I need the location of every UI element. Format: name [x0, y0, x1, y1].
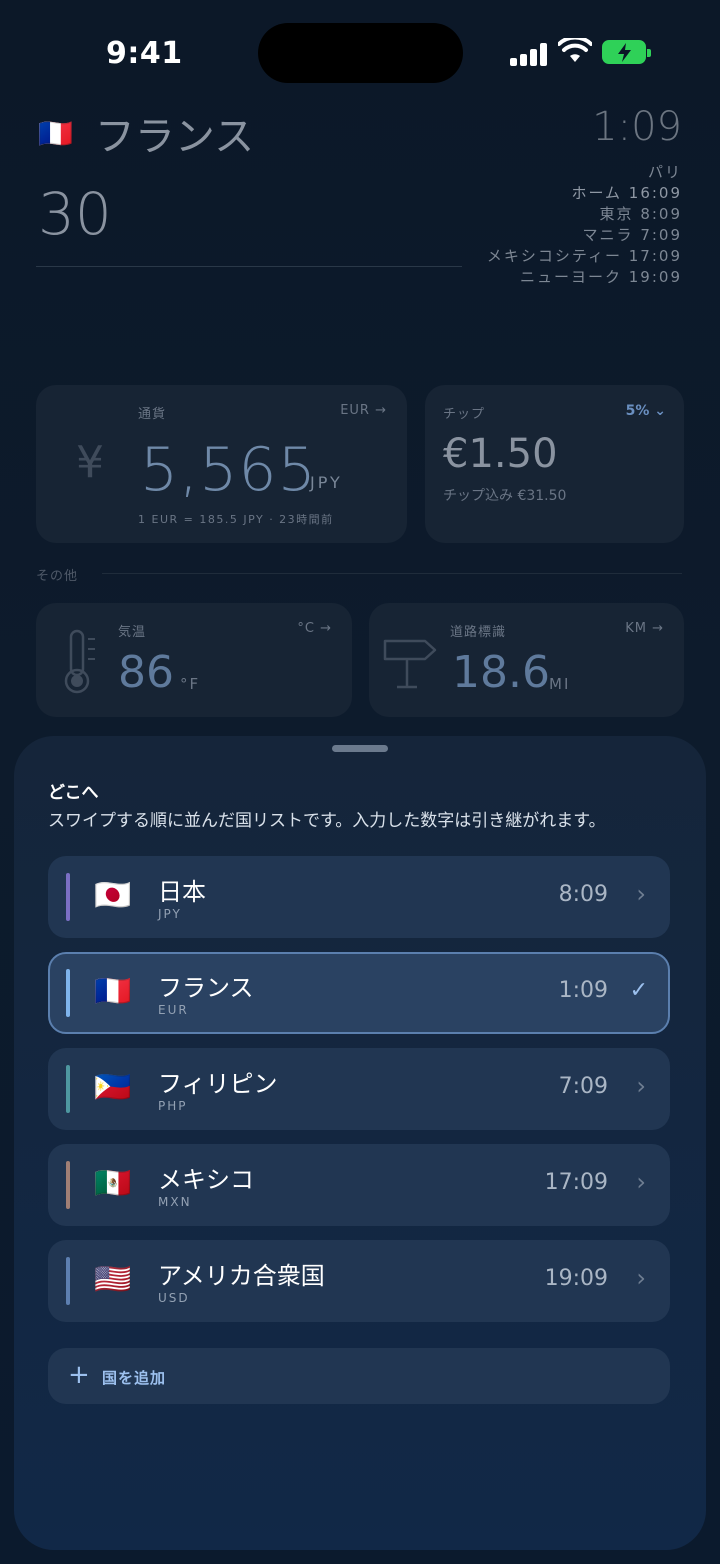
thermometer-icon — [64, 629, 95, 694]
battery-charging-icon — [602, 40, 651, 64]
sheet-title: どこへ — [48, 783, 99, 803]
country-row-france[interactable]: 🇫🇷 フランス EUR 1:09 ✓ — [48, 952, 670, 1034]
distance-unit: MI — [549, 675, 571, 693]
chevron-right-icon: › — [636, 880, 646, 908]
amount-input[interactable]: 30 — [38, 180, 112, 248]
currency-code: JPY — [158, 907, 182, 921]
country-name: 日本 — [158, 878, 206, 906]
temperature-label: 気温 — [118, 625, 147, 640]
mexico-flag-icon: 🇲🇽 — [94, 1166, 132, 1201]
checkmark-icon: ✓ — [629, 978, 648, 1003]
add-country-label: 国を追加 — [102, 1369, 167, 1387]
currency-card[interactable]: 通貨 EUR → ¥ 5,565 JPY 1 EUR = 185.5 JPY ·… — [36, 385, 407, 543]
city-time: パリ — [647, 163, 682, 181]
section-other-label: その他 — [36, 569, 79, 584]
philippines-flag-icon: 🇵🇭 — [94, 1070, 132, 1105]
country-name: フランス — [94, 114, 255, 160]
country-row-mexico[interactable]: 🇲🇽 メキシコ MXN 17:09 › — [48, 1144, 670, 1226]
country-time: 17:09 — [544, 1170, 608, 1195]
temperature-unit: °F — [180, 675, 201, 693]
amount-underline — [36, 266, 462, 267]
chevron-right-icon: › — [636, 1072, 646, 1100]
tip-total: チップ込み €31.50 — [443, 488, 567, 504]
city-time: メキシコシティー 17:09 — [486, 247, 682, 265]
country-row-usa[interactable]: 🇺🇸 アメリカ合衆国 USD 19:09 › — [48, 1240, 670, 1322]
temperature-target-button[interactable]: °C → — [297, 621, 332, 636]
currency-code: USD — [158, 1291, 190, 1305]
country-row-philippines[interactable]: 🇵🇭 フィリピン PHP 7:09 › — [48, 1048, 670, 1130]
exchange-rate: 1 EUR = 185.5 JPY · 23時間前 — [138, 513, 334, 526]
sheet-drag-handle[interactable] — [332, 745, 388, 752]
add-country-button[interactable]: + 国を追加 — [48, 1348, 670, 1404]
currency-code: PHP — [158, 1099, 188, 1113]
country-time: 1:09 — [558, 978, 608, 1003]
city-time: ニューヨーク 19:09 — [520, 268, 682, 286]
status-time: 9:41 — [106, 36, 183, 71]
country-row-japan[interactable]: 🇯🇵 日本 JPY 8:09 › — [48, 856, 670, 938]
country-name: フィリピン — [158, 1070, 278, 1098]
chevron-right-icon: › — [636, 1264, 646, 1292]
current-country[interactable]: 🇫🇷 フランス — [38, 104, 254, 162]
country-name: アメリカ合衆国 — [158, 1262, 325, 1290]
sheet-description: スワイプする順に並んだ国リストです。入力した数字は引き継がれます。 — [48, 811, 606, 831]
france-flag-icon: 🇫🇷 — [94, 974, 132, 1009]
usa-flag-icon: 🇺🇸 — [94, 1262, 132, 1297]
currency-label: 通貨 — [138, 407, 167, 422]
dynamic-island — [258, 23, 463, 83]
section-divider — [102, 573, 682, 574]
road-sign-card[interactable]: 道路標識 KM → 18.6 MI — [369, 603, 684, 717]
currency-unit: JPY — [310, 473, 343, 492]
destination-sheet: どこへ スワイプする順に並んだ国リストです。入力した数字は引き継がれます。 🇯🇵… — [14, 736, 706, 1550]
accent-bar — [66, 1257, 70, 1305]
tip-label: チップ — [443, 407, 486, 422]
country-time: 8:09 — [558, 882, 608, 907]
local-time: 1:09 — [592, 104, 682, 150]
tip-card[interactable]: チップ 5% ⌄ €1.50 チップ込み €31.50 — [425, 385, 684, 543]
accent-bar — [66, 1065, 70, 1113]
country-time: 7:09 — [558, 1074, 608, 1099]
wifi-icon — [558, 38, 592, 62]
road-sign-label: 道路標識 — [450, 625, 507, 640]
yen-icon: ¥ — [76, 437, 104, 488]
tip-percent-dropdown[interactable]: 5% ⌄ — [626, 403, 666, 419]
city-time: ホーム 16:09 — [571, 184, 682, 202]
road-sign-target-button[interactable]: KM → — [625, 621, 664, 636]
cellular-signal-icon — [510, 42, 550, 66]
temperature-card[interactable]: 気温 °C → 86 °F — [36, 603, 352, 717]
accent-bar — [66, 969, 70, 1017]
signpost-icon — [383, 639, 437, 689]
country-time: 19:09 — [544, 1266, 608, 1291]
tip-amount: €1.50 — [443, 431, 558, 477]
world-clock-list: パリ ホーム 16:09 東京 8:09 マニラ 7:09 メキシコシティー 1… — [487, 162, 682, 288]
city-time: 東京 8:09 — [599, 205, 682, 223]
temperature-value: 86 — [118, 647, 174, 698]
accent-bar — [66, 873, 70, 921]
plus-icon: + — [68, 1360, 90, 1390]
status-bar: 9:41 — [0, 0, 720, 100]
city-time: マニラ 7:09 — [582, 226, 682, 244]
currency-code: MXN — [158, 1195, 192, 1209]
distance-value: 18.6 — [452, 647, 550, 698]
france-flag-icon: 🇫🇷 — [38, 116, 73, 150]
currency-target-button[interactable]: EUR → — [340, 403, 387, 418]
japan-flag-icon: 🇯🇵 — [94, 878, 132, 913]
accent-bar — [66, 1161, 70, 1209]
currency-code: EUR — [158, 1003, 189, 1017]
converted-amount: 5,565 — [140, 435, 317, 505]
country-name: フランス — [158, 974, 254, 1002]
country-name: メキシコ — [158, 1166, 254, 1194]
chevron-right-icon: › — [636, 1168, 646, 1196]
